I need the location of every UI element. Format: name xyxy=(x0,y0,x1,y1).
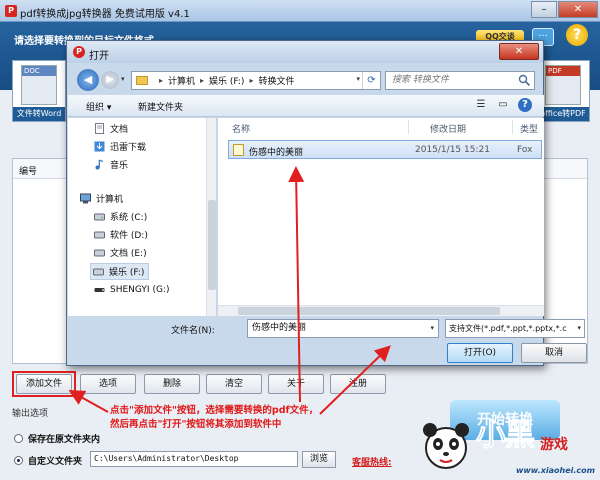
document-icon xyxy=(95,123,104,134)
nav-item-documents[interactable]: 文档 xyxy=(94,122,128,135)
drive-icon xyxy=(94,231,105,239)
nav-scroll-thumb[interactable] xyxy=(208,200,216,290)
dialog-title: 打开 xyxy=(89,51,109,62)
clear-button[interactable]: 清空 xyxy=(206,374,262,394)
breadcrumb-computer[interactable]: 计算机 xyxy=(168,74,195,87)
drive-icon xyxy=(94,213,105,221)
filetype-dropdown-icon[interactable]: ▾ xyxy=(575,320,581,337)
options-button[interactable]: 选项 xyxy=(80,374,136,394)
file-name: 伤感中的美丽 xyxy=(249,148,304,158)
close-button[interactable]: ✕ xyxy=(558,1,598,18)
dialog-app-icon: P xyxy=(73,46,85,58)
minimize-button[interactable]: – xyxy=(531,1,557,18)
app-titlebar: P pdf转换成jpg转换器 免费试用版 v4.1 – ✕ xyxy=(0,0,600,22)
column-index: 编号 xyxy=(19,167,38,177)
file-row[interactable]: 伤感中的美丽 2015/1/15 15:21 Fox xyxy=(228,140,542,159)
search-input[interactable]: 搜索 转换文件 xyxy=(385,71,535,90)
hotline-link[interactable]: 客服热线: xyxy=(352,455,392,468)
pdf-doc-icon: PDF xyxy=(545,65,581,105)
nav-item-drive-g[interactable]: SHENGYI (G:) xyxy=(94,284,169,295)
filename-label: 文件名(N): xyxy=(171,326,215,336)
register-button[interactable]: 注册 xyxy=(330,374,386,394)
instruction-annotation: 点击"添加文件"按钮，选择需要转换的pdf文件， 然后再点击"打开"按钮将其添加… xyxy=(110,405,319,430)
radio-keep-original[interactable]: 保存在原文件夹内 xyxy=(14,432,100,445)
about-button[interactable]: 关于 xyxy=(268,374,324,394)
view-controls: ☰ ▭ ? xyxy=(474,98,532,112)
cancel-button[interactable]: 取消 xyxy=(521,343,587,363)
column-name[interactable]: 名称 xyxy=(232,122,250,135)
brand-text: 小黑 xyxy=(476,418,536,454)
brand-watermark: 小黑 游戏 www.xiaohei.com xyxy=(420,406,595,476)
usb-drive-icon xyxy=(94,288,105,292)
word-doc-icon: DOC xyxy=(21,65,57,105)
tile-label: office转PDF xyxy=(537,107,589,121)
tile-file-to-word[interactable]: DOC 文件转Word xyxy=(12,60,66,122)
radio-custom-folder[interactable]: 自定义文件夹 xyxy=(14,454,82,467)
music-icon xyxy=(95,159,104,170)
help-icon[interactable]: ? xyxy=(566,24,588,46)
output-path-input[interactable]: C:\Users\Administrator\Desktop xyxy=(90,451,298,467)
window-controls: – ✕ xyxy=(530,1,598,18)
dialog-toolbar: 组织 ▾ 新建文件夹 ☰ ▭ ? xyxy=(68,95,544,117)
nav-scrollbar[interactable] xyxy=(206,118,216,316)
search-icon xyxy=(518,74,531,87)
column-type[interactable]: 类型 xyxy=(520,122,538,135)
nav-item-drive-e[interactable]: 文档 (E:) xyxy=(94,246,147,259)
filetype-select[interactable]: 支持文件(*.pdf,*.ppt,*.pptx,*.c ▾ xyxy=(445,319,585,338)
dialog-close-button[interactable]: ✕ xyxy=(499,43,539,60)
view-mode-icon[interactable]: ☰ xyxy=(474,98,488,112)
address-bar[interactable]: ▸ 计算机 ▸ 娱乐 (F:) ▸ 转换文件 ▾ ⟳ xyxy=(131,71,381,90)
nav-item-computer[interactable]: 计算机 xyxy=(80,192,123,205)
brand-text-game: 游戏 xyxy=(540,437,568,453)
navigation-pane: 文档 迅雷下载 音乐 计算机 系统 (C:) 软件 (D:) 文档 (E:) 娱… xyxy=(68,118,217,316)
drive-icon xyxy=(93,268,104,276)
back-arrow-icon[interactable]: ◀ xyxy=(77,69,99,91)
file-icon xyxy=(233,144,244,156)
refresh-icon[interactable]: ⟳ xyxy=(362,72,380,89)
history-dropdown-icon[interactable]: ▾ xyxy=(121,75,125,83)
output-options-label: 输出选项 xyxy=(12,409,49,419)
help-icon[interactable]: ? xyxy=(518,98,532,112)
delete-button[interactable]: 删除 xyxy=(144,374,200,394)
address-dropdown-icon[interactable]: ▾ xyxy=(356,75,360,83)
nav-item-music[interactable]: 音乐 xyxy=(94,158,128,171)
drive-icon xyxy=(94,249,105,257)
panda-logo-icon xyxy=(423,423,469,469)
nav-item-drive-c[interactable]: 系统 (C:) xyxy=(94,210,147,223)
add-file-button[interactable]: 添加文件 xyxy=(16,374,72,394)
breadcrumb-drive-f[interactable]: 娱乐 (F:) xyxy=(209,74,244,87)
horizontal-scrollbar[interactable] xyxy=(218,305,544,316)
file-modified: 2015/1/15 15:21 xyxy=(415,145,490,155)
nav-item-drive-f[interactable]: 娱乐 (F:) xyxy=(90,263,150,280)
filename-input[interactable]: 伤感中的美丽 ▾ xyxy=(247,319,439,338)
nav-item-drive-d[interactable]: 软件 (D:) xyxy=(94,228,148,241)
horizontal-scroll-thumb[interactable] xyxy=(238,307,500,315)
dialog-titlebar: P 打开 ✕ xyxy=(67,41,543,63)
brand-url: www.xiaohei.com xyxy=(516,466,595,475)
organize-menu[interactable]: 组织 ▾ xyxy=(86,100,111,113)
open-file-dialog: P 打开 ✕ ◀ ▶ ▾ ▸ 计算机 ▸ 娱乐 (F:) ▸ 转换文件 ▾ ⟳ … xyxy=(66,40,587,366)
folder-icon xyxy=(136,76,148,85)
download-icon xyxy=(94,141,105,152)
radio-circle[interactable] xyxy=(14,434,23,443)
app-title: pdf转换成jpg转换器 免费试用版 v4.1 xyxy=(20,9,190,20)
computer-icon xyxy=(80,193,91,204)
breadcrumb-folder[interactable]: 转换文件 xyxy=(258,74,294,87)
forward-arrow-icon[interactable]: ▶ xyxy=(101,71,119,89)
filename-dropdown-icon[interactable]: ▾ xyxy=(430,320,434,337)
preview-pane-icon[interactable]: ▭ xyxy=(496,98,510,112)
file-type: Fox xyxy=(517,145,533,155)
file-pane: 名称 修改日期 类型 伤感中的美丽 2015/1/15 15:21 Fox xyxy=(218,118,544,316)
tile-label: 文件转Word xyxy=(13,107,65,121)
nav-item-downloads[interactable]: 迅雷下载 xyxy=(94,140,146,153)
column-modified[interactable]: 修改日期 xyxy=(430,122,466,135)
open-button[interactable]: 打开(O) xyxy=(447,343,513,363)
browse-button[interactable]: 浏览 xyxy=(302,451,336,468)
new-folder-button[interactable]: 新建文件夹 xyxy=(138,100,183,113)
app-logo-icon: P xyxy=(5,5,17,17)
radio-circle-selected[interactable] xyxy=(14,456,23,465)
tile-office-to-pdf[interactable]: PDF office转PDF xyxy=(536,60,590,122)
